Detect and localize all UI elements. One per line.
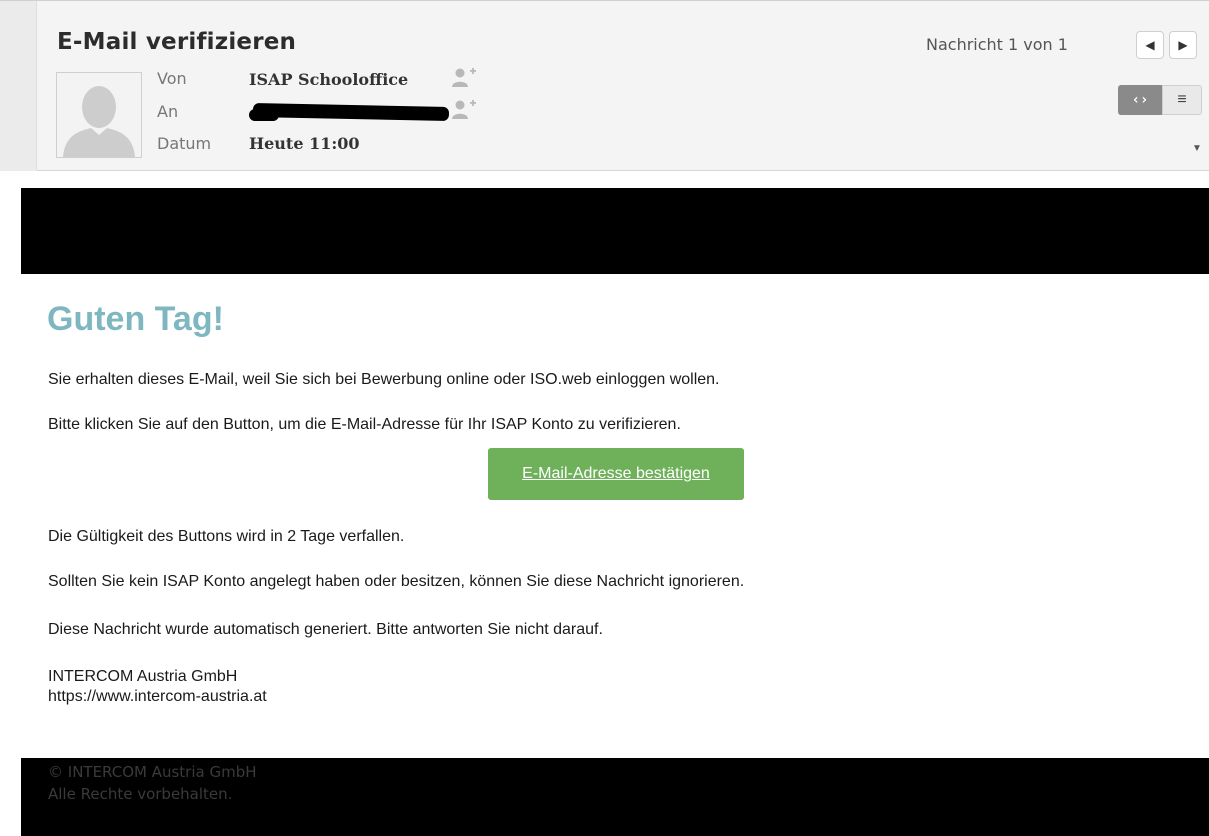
menu-lines-icon: ≡ (1177, 91, 1187, 108)
message-count: Nachricht 1 von 1 (926, 35, 1068, 54)
body-paragraph: Diese Nachricht wurde automatisch generi… (48, 621, 603, 638)
date-value: Heute 11:00 (249, 134, 360, 153)
arrow-right-icon: ▶ (1178, 38, 1188, 52)
date-label: Datum (157, 134, 212, 153)
email-banner (21, 188, 1209, 274)
verify-email-button[interactable]: E-Mail-Adresse bestätigen (488, 448, 744, 500)
email-footer: © INTERCOM Austria GmbH Alle Rechte vorb… (21, 758, 1209, 836)
footer-rights: Alle Rechte vorbehalten. (48, 785, 233, 803)
plain-text-view-button[interactable]: ≡ (1162, 85, 1202, 115)
code-icon: ‹› (1131, 92, 1149, 108)
message-header: E-Mail verifizieren Von ISAP Schooloffic… (0, 0, 1209, 171)
header-left-stripe (0, 1, 37, 171)
body-paragraph: Sie erhalten dieses E-Mail, weil Sie sic… (48, 371, 720, 388)
body-paragraph: Sollten Sie kein ISAP Konto angelegt hab… (48, 573, 745, 590)
expand-header-icon[interactable]: ▼ (1192, 143, 1202, 154)
add-contact-icon[interactable] (451, 67, 477, 89)
next-message-button[interactable]: ▶ (1169, 31, 1197, 59)
html-view-button[interactable]: ‹› (1118, 85, 1162, 115)
from-value[interactable]: ISAP Schooloffice (249, 70, 408, 89)
company-name: INTERCOM Austria GmbH (48, 668, 238, 685)
to-label: An (157, 102, 179, 121)
sender-avatar (56, 72, 142, 158)
message-subject: E-Mail verifizieren (57, 29, 297, 55)
add-contact-icon[interactable] (451, 99, 477, 121)
to-value-redacted[interactable] (249, 101, 450, 123)
company-url[interactable]: https://www.intercom-austria.at (48, 688, 267, 706)
body-paragraph: Die Gültigkeit des Buttons wird in 2 Tag… (48, 528, 405, 545)
from-label: Von (157, 69, 187, 88)
body-paragraph: Bitte klicken Sie auf den Button, um die… (48, 416, 681, 433)
greeting-heading: Guten Tag! (47, 300, 224, 338)
footer-copyright: © INTERCOM Austria GmbH (48, 763, 257, 781)
previous-message-button[interactable]: ◀ (1136, 31, 1164, 59)
arrow-left-icon: ◀ (1145, 38, 1155, 52)
